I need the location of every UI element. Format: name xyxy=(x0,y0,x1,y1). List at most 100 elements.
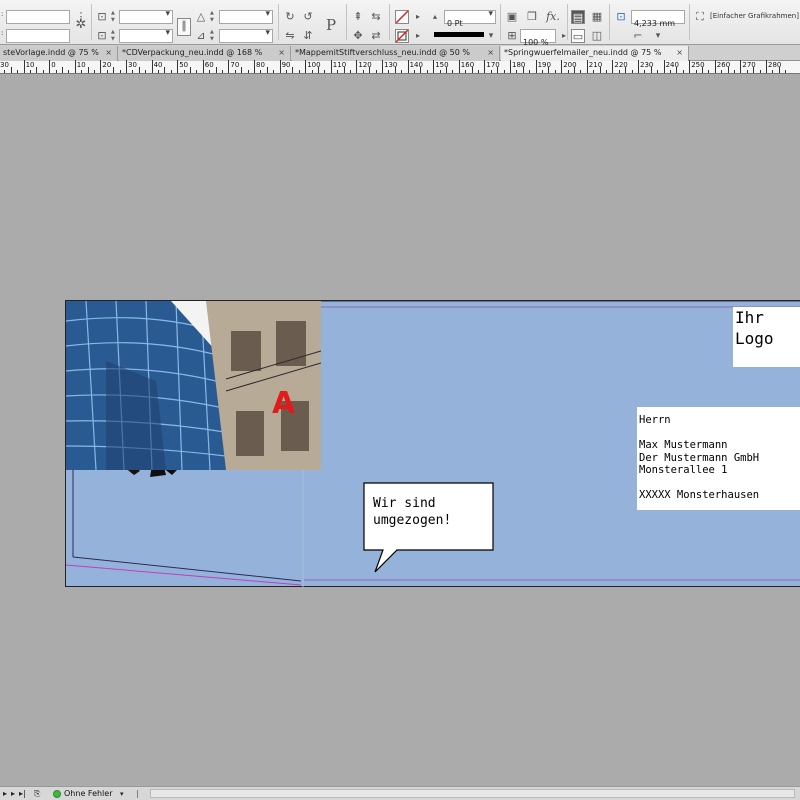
opacity-field[interactable]: 100 % xyxy=(520,29,556,47)
tab-label: *CDVerpackung_neu.indd @ 168 % xyxy=(122,48,263,57)
ruler-minor-tick xyxy=(734,70,735,73)
object-style-icon[interactable]: ⛶ xyxy=(693,10,707,24)
flip-horizontal-icon[interactable]: ⇋ xyxy=(283,29,297,43)
ruler-major-tick xyxy=(356,60,358,73)
height-field[interactable] xyxy=(119,28,173,43)
tab-document-4-active[interactable]: *Springwuerfelmailer_neu.indd @ 75 % × xyxy=(501,46,689,61)
rotate-ccw-icon[interactable]: ↺ xyxy=(301,10,315,24)
select-container-icon[interactable]: ⇞ xyxy=(351,10,365,24)
select-content-icon[interactable]: ✥ xyxy=(351,29,365,43)
close-icon[interactable]: × xyxy=(278,46,285,60)
text-wrap-none-icon[interactable]: ▤ xyxy=(571,10,585,24)
rotate-field[interactable] xyxy=(219,9,273,24)
shear-field[interactable] xyxy=(219,28,273,43)
ruler-major-tick xyxy=(612,60,614,73)
fitting-content-icon[interactable]: ◫ xyxy=(590,29,604,43)
corner-shape-dropdown-icon[interactable]: ▾ xyxy=(651,29,665,43)
shear-spinner[interactable]: ▲ ▼ xyxy=(210,29,216,43)
stroke-weight-spinner-icon[interactable]: ▴ xyxy=(428,10,442,24)
object-style-value[interactable]: [Einfacher Grafikrahmen] xyxy=(710,12,799,20)
document-tab-bar: steVorlage.indd @ 75 % × *CDVerpackung_n… xyxy=(0,45,800,61)
ruler-minor-tick xyxy=(548,67,550,73)
ruler-minor-tick xyxy=(542,70,543,73)
last-page-icon[interactable]: ▸| xyxy=(19,788,26,800)
constrain-proportions-icon[interactable]: ∥ xyxy=(177,18,191,36)
ruler-label: 90 xyxy=(281,61,291,69)
ruler-major-tick xyxy=(535,60,537,73)
select-previous-icon[interactable]: ⇆ xyxy=(369,10,383,24)
horizontal-ruler[interactable]: 30 10 0 10 20 30 40 50 60 70 80 90 100 110 120 130 140 15… xyxy=(0,60,800,74)
fill-dropdown-icon[interactable]: ▸ xyxy=(411,10,425,24)
width-spinner[interactable]: ▲ ▼ xyxy=(111,10,117,24)
tab-document-1[interactable]: steVorlage.indd @ 75 % × xyxy=(0,46,118,61)
ruler-minor-tick xyxy=(695,70,697,73)
fx-effects-icon[interactable]: fx. xyxy=(544,10,562,24)
paragraph-p-icon[interactable]: P xyxy=(320,14,342,36)
horizontal-scrollbar[interactable] xyxy=(150,789,795,798)
ruler-minor-tick xyxy=(362,70,364,73)
y-label: : xyxy=(1,29,4,37)
ruler-minor-tick xyxy=(574,67,575,73)
ruler-minor-tick xyxy=(10,67,12,73)
tab-document-2[interactable]: *CDVerpackung_neu.indd @ 168 % × xyxy=(119,46,291,61)
tab-document-3[interactable]: *MappemitStiftverschluss_neu.indd @ 50 %… xyxy=(292,46,500,61)
frame-options-icon[interactable]: ▣ xyxy=(505,10,519,24)
rotate-spinner[interactable]: ▲ ▼ xyxy=(210,10,216,24)
ruler-minor-tick xyxy=(471,67,473,73)
ruler-minor-tick xyxy=(324,70,326,73)
ruler-minor-tick xyxy=(375,70,377,73)
separator xyxy=(500,4,501,40)
stroke-dropdown-icon[interactable]: ▸ xyxy=(411,29,425,43)
building-sign-letter: A xyxy=(272,386,296,421)
close-icon[interactable]: × xyxy=(105,46,112,60)
ruler-minor-tick xyxy=(94,70,95,73)
close-icon[interactable]: × xyxy=(676,46,683,60)
ruler-minor-tick xyxy=(196,70,198,73)
speech-bubble-text[interactable]: Wir sind umgezogen! xyxy=(373,495,493,529)
ruler-minor-tick xyxy=(426,70,428,73)
x-field[interactable] xyxy=(6,10,70,24)
first-page-icon[interactable]: ▸ xyxy=(3,788,7,800)
speech-line-2: umgezogen! xyxy=(373,513,452,528)
ruler-minor-tick xyxy=(401,70,403,73)
preflight-panel-icon[interactable]: ⎘ xyxy=(34,788,40,800)
drop-shadow-icon[interactable]: ❒ xyxy=(525,10,539,24)
next-page-icon[interactable]: ▸ xyxy=(11,788,15,800)
ruler-major-tick xyxy=(74,60,76,73)
ruler-major-tick xyxy=(126,60,127,73)
ruler-major-tick xyxy=(586,60,588,73)
select-next-icon[interactable]: ⇄ xyxy=(369,29,383,43)
ruler-minor-tick xyxy=(388,70,390,73)
preflight-menu-icon[interactable]: ▾ xyxy=(120,788,124,800)
stroke-none-swatch-icon[interactable] xyxy=(395,29,409,43)
address-block[interactable]: Herrn Max Mustermann Der Mustermann GmbH… xyxy=(637,407,800,510)
fill-none-swatch-icon[interactable] xyxy=(395,10,409,24)
corner-size-field[interactable]: 4,233 mm xyxy=(631,10,685,28)
ruler-major-tick xyxy=(279,60,281,73)
rotate-cw-icon[interactable]: ↻ xyxy=(283,10,297,24)
flip-vertical-icon[interactable]: ⇵ xyxy=(301,29,315,43)
ruler-label: 0 xyxy=(51,61,56,69)
ruler-minor-tick xyxy=(369,67,371,73)
fitting-frame-icon[interactable]: ▭ xyxy=(571,29,585,43)
height-spinner[interactable]: ▲ ▼ xyxy=(111,29,117,43)
corner-shape-icon[interactable]: ⌐ xyxy=(631,29,645,43)
document-spread[interactable]: A Wir sind umgezogen! Ihr Logo Herrn Max… xyxy=(65,300,800,588)
ruler-minor-tick xyxy=(631,70,633,73)
y-field[interactable] xyxy=(6,29,70,43)
auto-fit-icon[interactable]: ⊡ xyxy=(614,10,628,24)
width-field[interactable] xyxy=(119,9,173,24)
ruler-minor-tick xyxy=(753,67,755,73)
ruler-minor-tick xyxy=(420,67,422,73)
stroke-type-dropdown-icon[interactable]: ▾ xyxy=(484,29,498,43)
stroke-type-swatch[interactable] xyxy=(434,32,484,37)
building-photo[interactable]: A xyxy=(66,301,321,470)
text-wrap-box-icon[interactable]: ▦ xyxy=(590,10,604,24)
opacity-dropdown-icon[interactable]: ▸ xyxy=(557,29,571,43)
stroke-weight-field[interactable]: 0 Pt xyxy=(444,9,496,28)
bug-icon[interactable]: ✲ xyxy=(74,18,88,32)
logo-placeholder[interactable]: Ihr Logo xyxy=(733,307,800,367)
corner-size-value: 4,233 mm xyxy=(634,19,676,28)
ruler-major-tick xyxy=(49,60,51,73)
close-icon[interactable]: × xyxy=(487,46,494,60)
